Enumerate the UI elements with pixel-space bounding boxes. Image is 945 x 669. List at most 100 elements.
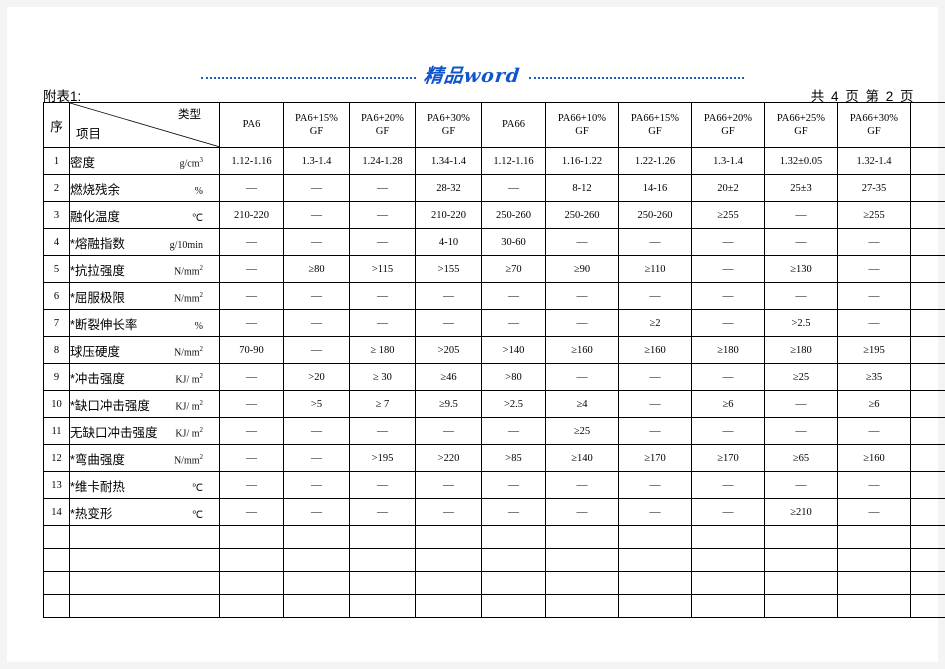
table-cell: ≥ 180 [349, 336, 416, 364]
table-cell: — [283, 201, 350, 229]
table-cell: >155 [415, 255, 482, 283]
table-cell [910, 444, 945, 472]
table-cell: ≥80 [283, 255, 350, 283]
table-cell: 1.22-1.26 [618, 147, 692, 175]
table-row: 11 无缺口冲击强度 KJ/ m2— — — — — ≥25— — — — [43, 417, 945, 445]
row-property-name: *热变形 [70, 506, 113, 521]
table-cell: ≥25 [545, 417, 619, 445]
table-cell [910, 471, 945, 499]
row-property-name: 无缺口冲击强度 [70, 425, 158, 440]
table-cell: ≥9.5 [415, 390, 482, 418]
table-cell-empty [691, 594, 765, 618]
table-cell: ≥160 [618, 336, 692, 364]
table-cell: ≥170 [618, 444, 692, 472]
table-cell: — [481, 282, 546, 310]
row-property-cell: 球压硬度 N/mm2 [69, 336, 220, 364]
row-property-name: *维卡耐热 [70, 479, 125, 494]
row-property-unit: N/mm2 [173, 453, 203, 467]
table-cell-empty [545, 571, 619, 595]
column-header-line1: PA6+15% [295, 112, 338, 124]
table-cell: 30-60 [481, 228, 546, 256]
table-cell: >80 [481, 363, 546, 391]
table-cell: — [219, 471, 284, 499]
table-cell [910, 147, 945, 175]
column-header: PA6 [219, 102, 284, 148]
header-type-label: 类型 [178, 109, 201, 121]
column-header-empty [910, 102, 945, 148]
table-cell [910, 201, 945, 229]
material-properties-table-wrapper: 序 类型 项目 PA6 PA6+15% GF PA6+20% GF PA6+30… [43, 102, 945, 618]
table-row: 3 融化温度 ℃ 210-220— —210-220 250-260 250-260 250-… [43, 201, 945, 229]
column-header: PA66 [481, 102, 546, 148]
table-cell: — [618, 417, 692, 445]
row-sequence: 3 [43, 201, 70, 229]
row-property-unit: ℃ [191, 482, 203, 494]
table-cell: — [415, 417, 482, 445]
table-cell: — [219, 309, 284, 337]
table-cell: ≥ 7 [349, 390, 416, 418]
table-cell: — [349, 174, 416, 202]
table-cell: — [283, 417, 350, 445]
table-cell [910, 228, 945, 256]
table-cell-empty [219, 525, 284, 549]
table-cell-empty [691, 571, 765, 595]
table-cell: — [545, 309, 619, 337]
table-cell-empty [219, 594, 284, 618]
table-cell: 1.16-1.22 [545, 147, 619, 175]
table-header: 序 类型 项目 PA6 PA6+15% GF PA6+20% GF PA6+30… [43, 102, 945, 148]
row-property-cell: *熔融指数 g/10min [69, 228, 220, 256]
column-header-line2: GF [441, 126, 456, 137]
table-cell: 1.3-1.4 [691, 147, 765, 175]
table-cell: 14-16 [618, 174, 692, 202]
table-cell-empty [69, 525, 220, 549]
row-sequence: 5 [43, 255, 70, 283]
table-cell: — [415, 471, 482, 499]
row-sequence: 12 [43, 444, 70, 472]
table-cell: — [837, 417, 911, 445]
column-header: PA6+30% GF [415, 102, 482, 148]
table-cell: — [545, 282, 619, 310]
table-cell: — [283, 174, 350, 202]
table-row: 8 球压硬度 N/mm2 70-90— ≥ 180 >205 >140 ≥160 ≥160 ≥18… [43, 336, 945, 364]
table-cell: — [219, 255, 284, 283]
table-cell-empty [43, 548, 70, 572]
row-property-cell: *缺口冲击强度 KJ/ m2 [69, 390, 220, 418]
table-cell-empty [283, 571, 350, 595]
table-cell-empty [283, 594, 350, 618]
table-cell: >205 [415, 336, 482, 364]
table-cell: — [837, 282, 911, 310]
table-row-empty [43, 571, 945, 595]
table-cell: — [618, 228, 692, 256]
table-cell [910, 390, 945, 418]
column-header: PA66+30% GF [837, 102, 911, 148]
table-cell: 1.12-1.16 [481, 147, 546, 175]
row-property-cell: *抗拉强度 N/mm2 [69, 255, 220, 283]
table-cell: 1.32-1.4 [837, 147, 911, 175]
column-header-line1: PA6 [242, 119, 261, 131]
table-cell-empty [837, 594, 911, 618]
table-cell: — [618, 363, 692, 391]
row-property-cell: *冲击强度 KJ/ m2 [69, 363, 220, 391]
row-property-unit: ℃ [191, 212, 203, 224]
row-sequence: 10 [43, 390, 70, 418]
table-cell: ≥140 [545, 444, 619, 472]
table-cell-empty [764, 525, 838, 549]
table-cell: ≥70 [481, 255, 546, 283]
table-cell [910, 498, 945, 526]
table-cell: 250-260 [618, 201, 692, 229]
table-cell-empty [43, 525, 70, 549]
table-cell-empty [618, 571, 692, 595]
table-cell: — [545, 363, 619, 391]
table-cell [910, 363, 945, 391]
table-cell: >2.5 [764, 309, 838, 337]
table-cell: — [837, 309, 911, 337]
table-cell: — [219, 498, 284, 526]
table-cell: — [349, 282, 416, 310]
column-header-line1: PA66+10% [557, 112, 607, 124]
table-row: 13 *维卡耐热 ℃ — — — — — — — — — — [43, 471, 945, 499]
table-row: 5 *抗拉强度 N/mm2— ≥80 >115 >155 ≥70 ≥90 ≥110— ≥130— [43, 255, 945, 283]
table-cell-empty [69, 571, 220, 595]
table-cell: — [837, 498, 911, 526]
column-header-line1: PA6+20% [361, 112, 404, 124]
table-cell-empty [219, 571, 284, 595]
